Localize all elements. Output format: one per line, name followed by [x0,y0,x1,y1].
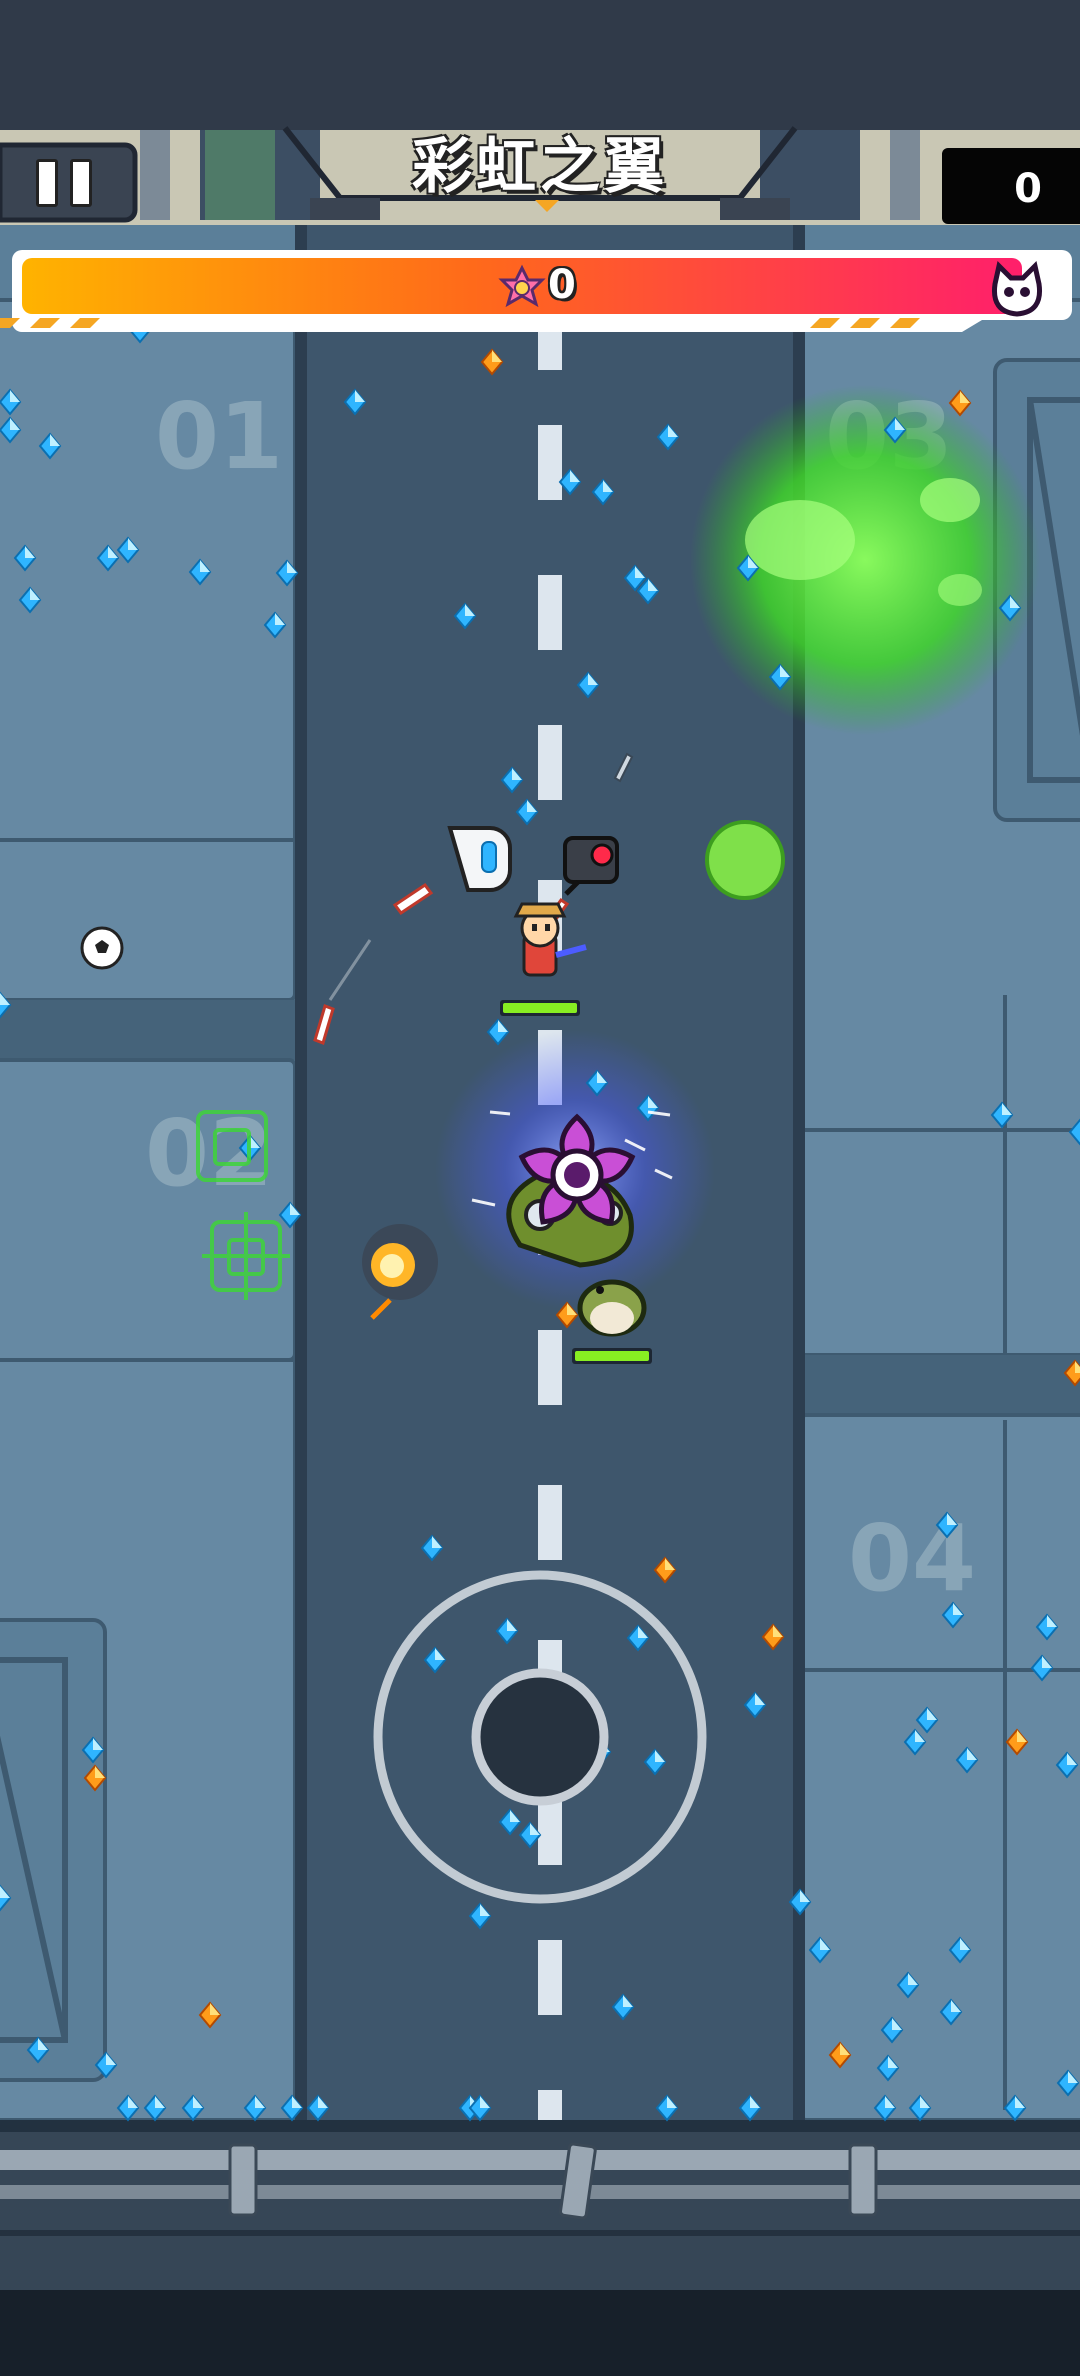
score-value: 0 [1014,166,1042,212]
pause-icon [36,159,98,207]
zone-label-04: 04 [848,1505,976,1612]
pause-button[interactable] [0,145,135,220]
boss-progress-value: 0 [548,262,576,308]
game-scene: 01 02 03 04 [0,0,1080,2376]
zone-label-01: 01 [155,383,283,490]
frog-minion [572,1279,652,1364]
level-title: 彩虹之翼 [412,132,668,202]
score-panel [942,148,1080,224]
game-screen: 01 02 03 04 [0,0,1080,2376]
soccer-ball-icon [80,926,124,970]
